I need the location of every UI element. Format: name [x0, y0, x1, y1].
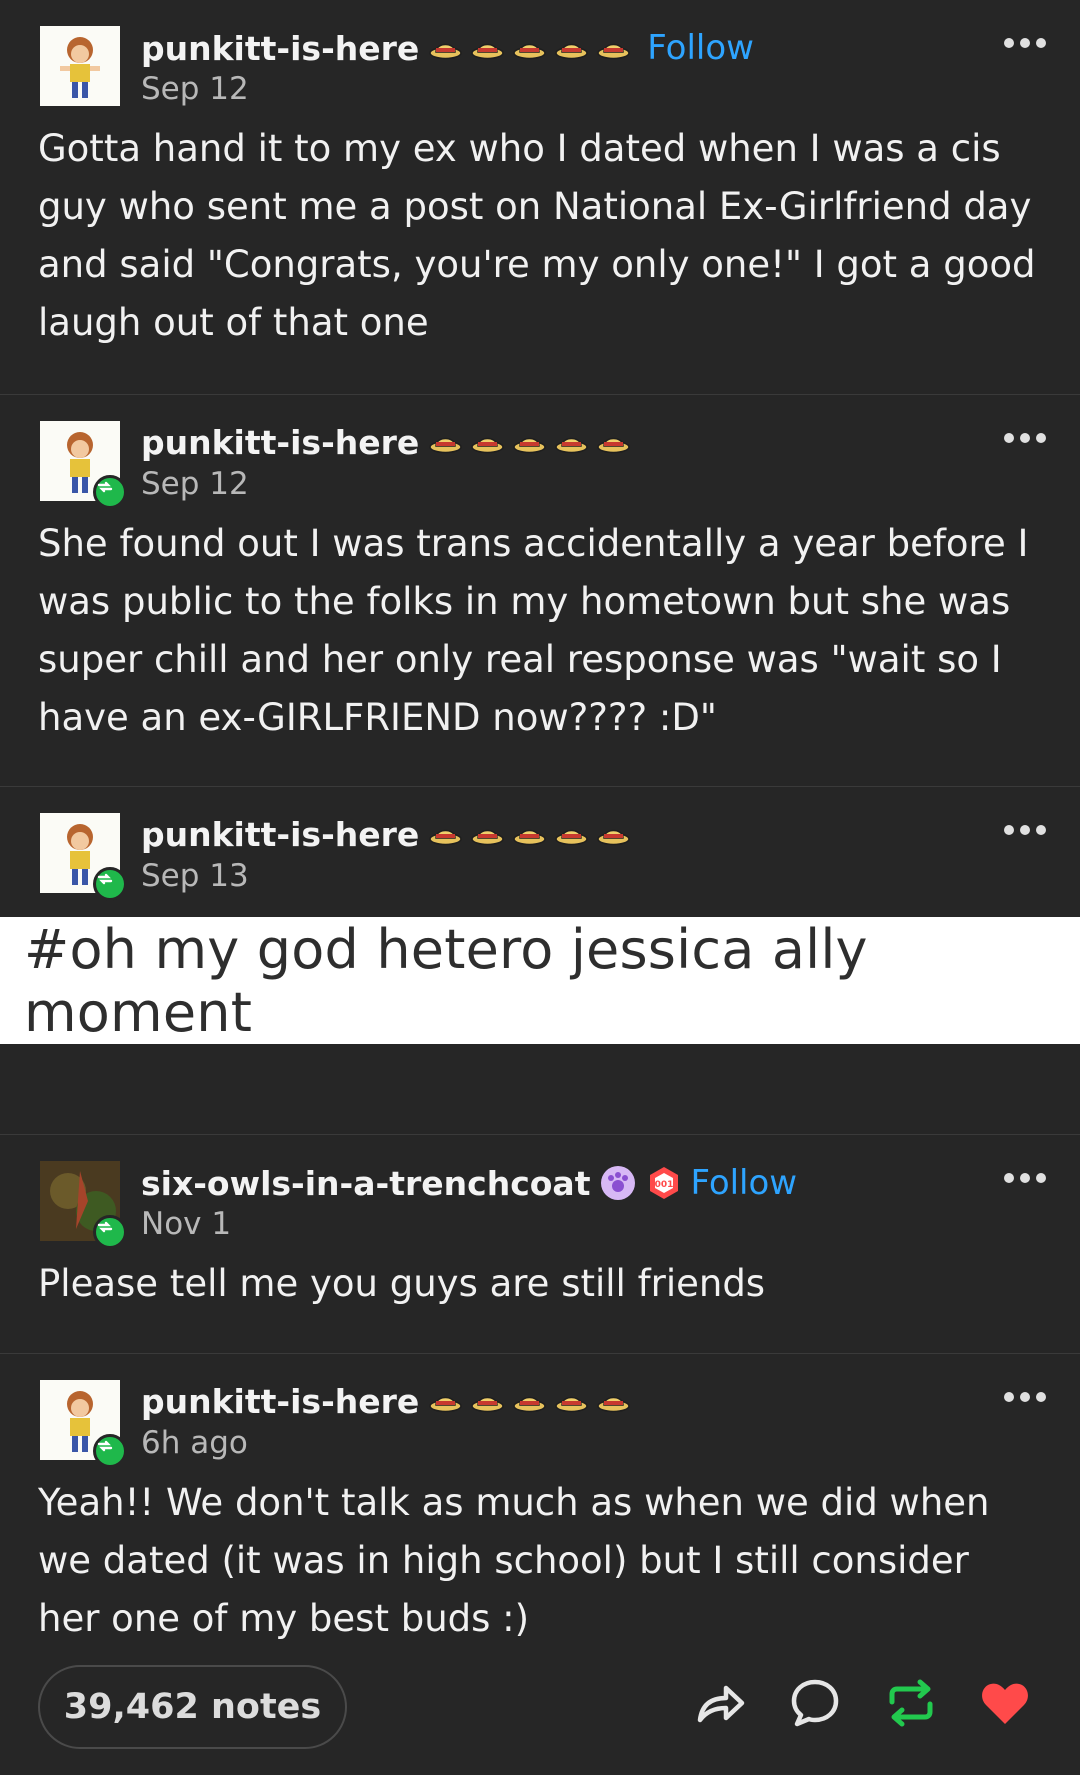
reblog-badge-icon: [93, 867, 127, 901]
post-date[interactable]: Sep 13: [141, 858, 249, 894]
username[interactable]: punkitt-is-here: [141, 29, 419, 68]
more-options-icon[interactable]: [1004, 433, 1046, 443]
post-text: She found out I was trans accidentally a…: [38, 522, 1029, 739]
share-icon[interactable]: [694, 1676, 748, 1734]
straw-hat-icon: [597, 36, 631, 60]
post-4: six-owls-in-a-trenchcoat 001 Follow Nov …: [0, 1135, 1080, 1354]
straw-hat-icon: [429, 36, 463, 60]
reblog-icon[interactable]: [884, 1676, 938, 1734]
more-options-icon[interactable]: [1004, 825, 1046, 835]
straw-hat-icon: [429, 1389, 463, 1413]
hat-icons: [429, 29, 639, 68]
reblog-badge-icon: [93, 1434, 127, 1468]
straw-hat-icon: [513, 430, 547, 454]
username[interactable]: six-owls-in-a-trenchcoat: [141, 1164, 590, 1203]
svg-text:001: 001: [655, 1180, 674, 1190]
username[interactable]: punkitt-is-here: [141, 815, 419, 854]
straw-hat-icon: [597, 1389, 631, 1413]
follow-button[interactable]: Follow: [647, 28, 754, 68]
straw-hat-icon: [555, 36, 589, 60]
straw-hat-icon: [471, 1389, 505, 1413]
straw-hat-icon: [597, 822, 631, 846]
avatar[interactable]: [40, 813, 127, 901]
straw-hat-icon: [513, 36, 547, 60]
avatar[interactable]: [40, 1161, 127, 1249]
straw-hat-icon: [429, 430, 463, 454]
more-options-icon[interactable]: [1004, 1173, 1046, 1183]
reply-icon[interactable]: [788, 1676, 842, 1734]
username-row: punkitt-is-here: [141, 815, 639, 854]
notes-count-button[interactable]: 39,462 notes: [38, 1665, 347, 1749]
post-2: punkitt-is-here Sep 12 She found out I w…: [0, 395, 1080, 787]
paw-badge-icon: [600, 1165, 636, 1201]
post-date[interactable]: Sep 12: [141, 466, 249, 502]
username-row: punkitt-is-here: [141, 423, 639, 462]
follow-button[interactable]: Follow: [690, 1163, 797, 1203]
post-5: punkitt-is-here 6h ago Yeah!! We don't t…: [0, 1354, 1080, 1684]
reblog-badge-icon: [93, 1215, 127, 1249]
post-date[interactable]: Nov 1: [141, 1206, 231, 1242]
straw-hat-icon: [597, 430, 631, 454]
straw-hat-icon: [555, 1389, 589, 1413]
avatar[interactable]: [40, 1380, 127, 1468]
reblog-badge-icon: [93, 475, 127, 509]
straw-hat-icon: [555, 430, 589, 454]
username-row: punkitt-is-here: [141, 1382, 639, 1421]
avatar[interactable]: [40, 26, 120, 106]
post-date[interactable]: 6h ago: [141, 1425, 248, 1461]
more-options-icon[interactable]: [1004, 38, 1046, 48]
post-text: Gotta hand it to my ex who I dated when …: [38, 127, 1036, 344]
straw-hat-icon: [471, 36, 505, 60]
like-icon[interactable]: [978, 1676, 1032, 1734]
dice-badge-icon: 001: [646, 1165, 682, 1201]
hat-icons: [429, 423, 639, 462]
post-text: Yeah!! We don't talk as much as when we …: [38, 1481, 990, 1640]
username-row: punkitt-is-here Follow: [141, 28, 754, 68]
hat-icons: [429, 815, 639, 854]
username[interactable]: punkitt-is-here: [141, 423, 419, 462]
post-tag[interactable]: #oh my god hetero jessica ally moment: [0, 917, 1080, 1044]
straw-hat-icon: [471, 822, 505, 846]
post-date[interactable]: Sep 12: [141, 71, 249, 107]
username-row: six-owls-in-a-trenchcoat 001 Follow: [141, 1163, 797, 1203]
avatar[interactable]: [40, 421, 127, 509]
straw-hat-icon: [429, 822, 463, 846]
straw-hat-icon: [555, 822, 589, 846]
straw-hat-icon: [471, 430, 505, 454]
straw-hat-icon: [513, 822, 547, 846]
username[interactable]: punkitt-is-here: [141, 1382, 419, 1421]
post-text: Please tell me you guys are still friend…: [38, 1262, 766, 1305]
hat-icons: [429, 1382, 639, 1421]
more-options-icon[interactable]: [1004, 1392, 1046, 1402]
post-3: punkitt-is-here Sep 13 #oh my god hetero…: [0, 787, 1080, 1135]
straw-hat-icon: [513, 1389, 547, 1413]
post-1: punkitt-is-here Follow Sep 12 Gotta hand…: [0, 0, 1080, 395]
